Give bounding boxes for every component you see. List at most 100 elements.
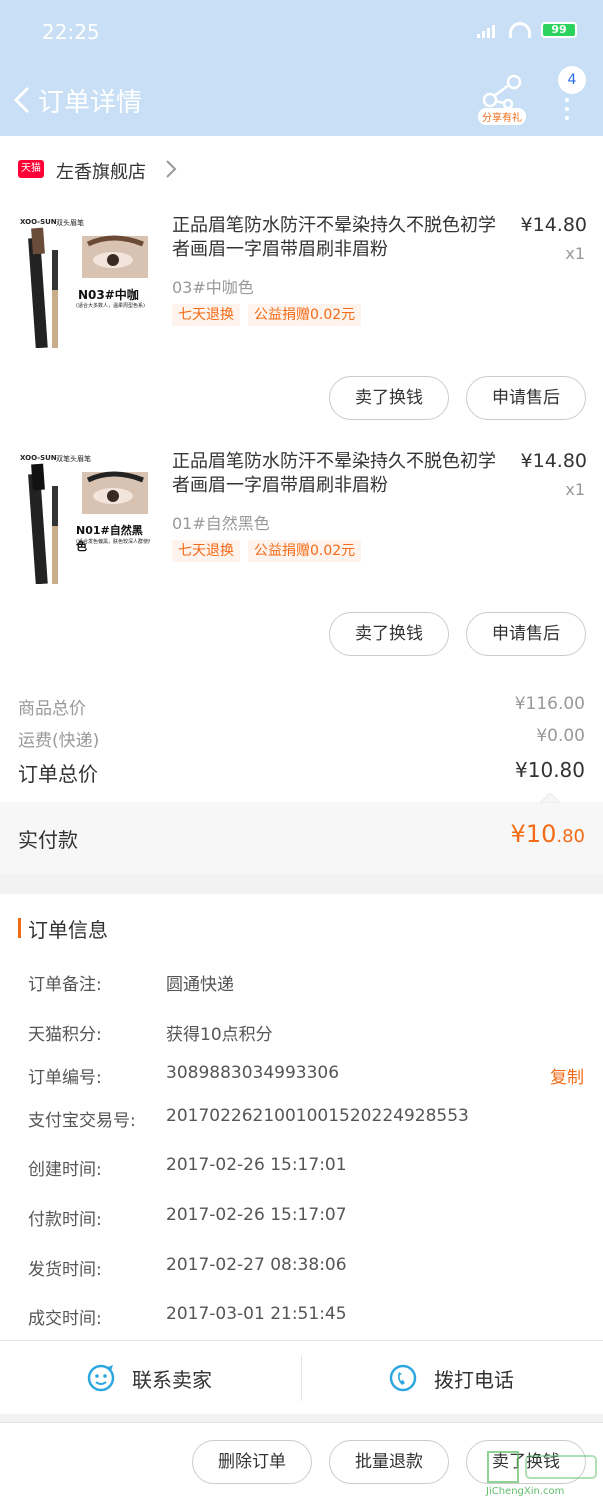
thumb-note: (适合大多数人，温柔周型色系) (76, 303, 145, 309)
section-accent (18, 918, 21, 938)
order-info-row: 成交时间: 2017-03-01 21:51:45 (28, 1304, 588, 1334)
contact-seller-button[interactable]: 联系卖家 (86, 1359, 212, 1397)
info-value: 2017-02-26 15:17:01 (166, 1155, 347, 1175)
eyebrow-pencil-image (18, 450, 152, 585)
status-bar: 22:25 99 (0, 0, 603, 64)
product-sku: 03#中咖色 (172, 278, 254, 297)
thumb-brand: XOO-SUN (20, 454, 57, 462)
info-value: 2017-02-27 08:38:06 (166, 1255, 347, 1275)
thumb-code: N03#中咖 (78, 288, 139, 302)
paid-label: 实付款 (18, 828, 78, 852)
watermark-logo: JiChengXin.com (486, 1450, 603, 1500)
call-phone-label: 拨打电话 (434, 1367, 514, 1392)
thumb-note: (适合发色偏黑，肤色较深人群使用) (76, 539, 150, 545)
contact-seller-label: 联系卖家 (132, 1367, 212, 1392)
product-thumbnail[interactable]: XOO-SUN 双笔头眉笔 N01#自然黑色 (适合发色偏黑，肤色较深人群使用) (18, 450, 152, 585)
eyebrow-pencil-image (18, 214, 152, 349)
info-label: 订单编号: (28, 1068, 102, 1088)
order-info-row: 订单编号: 3089883034993306 复制 (28, 1063, 588, 1093)
sell-button[interactable]: 卖了换钱 (329, 376, 449, 420)
info-value: 2017022621001001520224928553 (166, 1106, 469, 1126)
caret-up-icon (540, 793, 560, 803)
product-title[interactable]: 正品眉笔防水防汗不晕染持久不脱色初学者画眉一字眉带眉刷非眉粉 (172, 214, 510, 262)
list-item: XOO-SUN 双头眉笔 N03#中咖 (适合大多数人，温柔周型色系) 正品眉笔… (0, 202, 603, 438)
goods-total-value: ¥116.00 (514, 694, 585, 714)
return-tag: 七天退换 (172, 540, 240, 562)
order-info-title: 订单信息 (28, 918, 108, 942)
info-label: 创建时间: (28, 1160, 102, 1180)
order-total-value: ¥10.80 (515, 758, 585, 782)
goods-total-row: 商品总价 ¥116.00 (18, 694, 585, 719)
paid-amount-box: 实付款 ¥10.80 (0, 793, 603, 874)
tmall-icon: 天猫 (18, 160, 44, 178)
battery-icon: 99 (541, 22, 577, 38)
order-number: 3089883034993306 (166, 1063, 340, 1083)
order-info-row: 天猫积分: 获得10点积分 (28, 1020, 588, 1050)
watermark-icon (487, 1451, 597, 1483)
more-icon (565, 98, 569, 125)
info-label: 天猫积分: (28, 1025, 102, 1045)
share-button[interactable]: 分享有礼 (474, 72, 530, 128)
info-label: 成交时间: (28, 1309, 102, 1329)
thumb-type: 双笔头眉笔 (56, 455, 91, 463)
more-button[interactable]: 4 (552, 66, 592, 132)
product-quantity: x1 (565, 244, 585, 263)
return-tag: 七天退换 (172, 304, 240, 326)
share-reward-badge: 分享有礼 (478, 108, 526, 125)
copy-button[interactable]: 复制 (550, 1063, 584, 1088)
info-value: 获得10点积分 (166, 1025, 273, 1045)
info-value: 2017-02-26 15:17:07 (166, 1205, 347, 1225)
product-price: ¥14.80 (520, 450, 587, 472)
info-label: 发货时间: (28, 1260, 102, 1280)
watermark-text: JiChengXin.com (486, 1486, 565, 1497)
nav-bar: 订单详情 分享有礼 4 (0, 64, 603, 136)
after-sale-button[interactable]: 申请售后 (466, 612, 586, 656)
call-phone-button[interactable]: 拨打电话 (388, 1359, 514, 1397)
list-item: XOO-SUN 双笔头眉笔 N01#自然黑色 (适合发色偏黑，肤色较深人群使用)… (0, 438, 603, 674)
charity-tag: 公益捐赠0.02元 (248, 304, 362, 326)
order-total-label: 订单总价 (18, 762, 98, 786)
status-time: 22:25 (42, 20, 100, 44)
product-thumbnail[interactable]: XOO-SUN 双头眉笔 N03#中咖 (适合大多数人，温柔周型色系) (18, 214, 152, 349)
paid-value-integer: ¥10 (510, 820, 557, 848)
store-name: 左香旗舰店 (56, 162, 146, 183)
shipping-value: ¥0.00 (536, 726, 585, 746)
goods-total-label: 商品总价 (18, 699, 86, 719)
sell-button[interactable]: 卖了换钱 (329, 612, 449, 656)
order-info-row: 创建时间: 2017-02-26 15:17:01 (28, 1155, 588, 1185)
contact-bar: 联系卖家 拨打电话 (0, 1340, 603, 1414)
product-price: ¥14.80 (520, 214, 587, 236)
info-label: 支付宝交易号: (28, 1111, 136, 1131)
batch-refund-button[interactable]: 批量退款 (329, 1440, 449, 1484)
thumb-type: 双头眉笔 (56, 219, 84, 227)
paid-value: ¥10.80 (511, 820, 585, 848)
order-info-row: 订单备注: 圆通快递 (28, 970, 588, 1000)
status-icons: 99 (477, 22, 577, 38)
chat-bubble-icon (87, 1364, 115, 1392)
message-count-badge: 4 (558, 66, 586, 94)
back-icon[interactable] (12, 86, 32, 114)
delete-order-button[interactable]: 删除订单 (192, 1440, 312, 1484)
shipping-label: 运费(快递) (18, 731, 100, 751)
shipping-row: 运费(快递) ¥0.00 (18, 726, 585, 751)
order-total-row: 订单总价 ¥10.80 (18, 758, 585, 787)
product-title[interactable]: 正品眉笔防水防汗不晕染持久不脱色初学者画眉一字眉带眉刷非眉粉 (172, 450, 510, 498)
order-info-row: 支付宝交易号: 2017022621001001520224928553 (28, 1106, 588, 1136)
info-label: 付款时间: (28, 1210, 102, 1230)
order-items-panel: XOO-SUN 双头眉笔 N03#中咖 (适合大多数人，温柔周型色系) 正品眉笔… (0, 202, 603, 802)
divider (301, 1355, 302, 1401)
info-value: 2017-03-01 21:51:45 (166, 1304, 347, 1324)
after-sale-button[interactable]: 申请售后 (466, 376, 586, 420)
order-info-row: 付款时间: 2017-02-26 15:17:07 (28, 1205, 588, 1235)
info-label: 订单备注: (28, 975, 102, 995)
info-value: 圆通快递 (166, 975, 234, 995)
signal-icon (477, 22, 499, 38)
chevron-right-icon (166, 160, 177, 178)
product-sku: 01#自然黑色 (172, 514, 270, 533)
store-row[interactable]: 天猫 左香旗舰店 (0, 136, 603, 202)
charity-tag: 公益捐赠0.02元 (248, 540, 362, 562)
order-info-row: 发货时间: 2017-02-27 08:38:06 (28, 1255, 588, 1285)
share-icon (482, 74, 522, 110)
thumb-brand: XOO-SUN (20, 218, 57, 226)
phone-icon (389, 1364, 417, 1392)
